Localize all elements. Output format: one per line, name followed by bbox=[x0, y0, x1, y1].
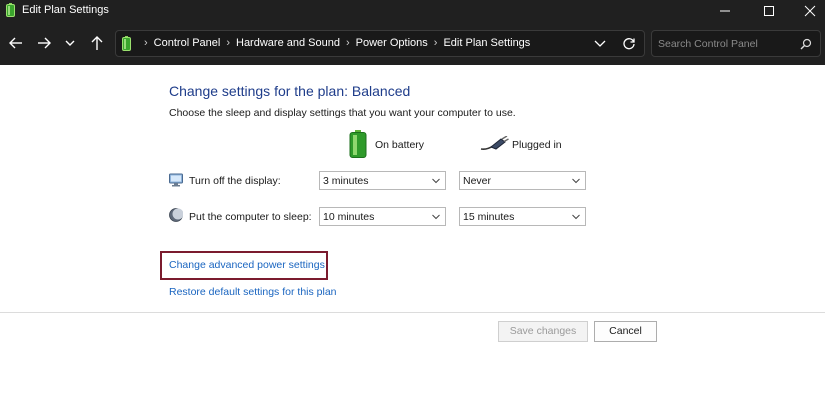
breadcrumb-power-options[interactable]: Power Options bbox=[356, 37, 428, 49]
footer-divider bbox=[0, 312, 825, 313]
up-button[interactable] bbox=[89, 35, 107, 53]
chevron-down-icon bbox=[432, 178, 440, 184]
window-title: Edit Plan Settings bbox=[22, 4, 109, 16]
forward-button[interactable] bbox=[36, 35, 54, 53]
title-bar: Edit Plan Settings bbox=[0, 0, 825, 22]
refresh-icon bbox=[623, 38, 635, 50]
chevron-right-icon: › bbox=[144, 37, 148, 49]
page-description: Choose the sleep and display settings th… bbox=[169, 107, 516, 119]
breadcrumb-edit-plan-settings[interactable]: Edit Plan Settings bbox=[443, 37, 530, 49]
minimize-button[interactable] bbox=[705, 0, 745, 22]
address-dropdown-button[interactable] bbox=[594, 39, 606, 52]
power-plug-icon bbox=[479, 135, 509, 155]
moon-icon bbox=[169, 208, 184, 225]
search-icon[interactable] bbox=[800, 38, 812, 53]
arrow-right-icon bbox=[38, 37, 51, 49]
chevron-down-icon bbox=[572, 178, 580, 184]
breadcrumb-hardware-and-sound[interactable]: Hardware and Sound bbox=[236, 37, 340, 49]
chevron-down-icon bbox=[432, 214, 440, 220]
chevron-down-icon bbox=[65, 40, 75, 46]
sleep-on-battery-value: 10 minutes bbox=[323, 211, 375, 223]
maximize-icon bbox=[764, 6, 774, 16]
recent-locations-button[interactable] bbox=[64, 35, 82, 53]
display-on-battery-select[interactable]: 3 minutes bbox=[319, 171, 446, 190]
arrow-up-icon bbox=[91, 36, 103, 50]
change-advanced-power-settings-link[interactable]: Change advanced power settings bbox=[169, 259, 325, 271]
column-header-on-battery: On battery bbox=[375, 139, 425, 151]
display-on-battery-value: 3 minutes bbox=[323, 175, 369, 187]
chevron-down-icon bbox=[572, 214, 580, 220]
close-icon bbox=[804, 5, 816, 17]
search-input[interactable]: Search Control Panel bbox=[651, 30, 821, 57]
page-title: Change settings for the plan: Balanced bbox=[169, 83, 411, 99]
chevron-right-icon: › bbox=[345, 37, 350, 49]
sleep-plugged-in-value: 15 minutes bbox=[463, 211, 515, 223]
chevron-down-icon bbox=[594, 40, 606, 47]
battery-icon bbox=[349, 130, 367, 161]
cancel-button[interactable]: Cancel bbox=[594, 321, 657, 342]
display-plugged-in-select[interactable]: Never bbox=[459, 171, 586, 190]
monitor-icon bbox=[169, 173, 183, 190]
search-placeholder: Search Control Panel bbox=[658, 38, 758, 50]
back-button[interactable] bbox=[8, 35, 26, 53]
display-plugged-in-value: Never bbox=[463, 175, 492, 187]
battery-icon bbox=[6, 3, 15, 20]
breadcrumb: › Control Panel › Hardware and Sound › Power … bbox=[138, 37, 530, 49]
turn-off-display-label: Turn off the display: bbox=[189, 175, 281, 187]
maximize-button[interactable] bbox=[749, 0, 789, 22]
put-computer-to-sleep-label: Put the computer to sleep: bbox=[189, 211, 312, 223]
save-changes-button[interactable]: Save changes bbox=[498, 321, 588, 342]
battery-icon bbox=[122, 36, 131, 54]
minimize-icon bbox=[720, 10, 730, 12]
refresh-button[interactable] bbox=[622, 37, 636, 54]
chevron-right-icon: › bbox=[433, 37, 438, 49]
column-header-plugged-in: Plugged in bbox=[512, 139, 562, 151]
restore-default-settings-link[interactable]: Restore default settings for this plan bbox=[169, 286, 337, 298]
address-bar[interactable]: › Control Panel › Hardware and Sound › Power … bbox=[115, 30, 645, 57]
sleep-plugged-in-select[interactable]: 15 minutes bbox=[459, 207, 586, 226]
sleep-on-battery-select[interactable]: 10 minutes bbox=[319, 207, 446, 226]
close-button[interactable] bbox=[790, 0, 825, 22]
arrow-left-icon bbox=[9, 37, 22, 49]
breadcrumb-control-panel[interactable]: Control Panel bbox=[154, 37, 221, 49]
chevron-right-icon: › bbox=[226, 37, 230, 49]
